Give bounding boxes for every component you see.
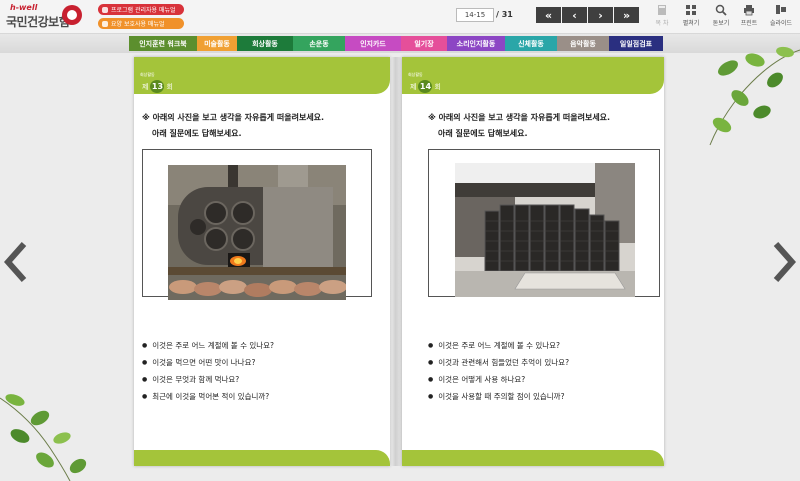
list-item: 이것과 관련해서 힘들었던 추억이 있나요? [428, 354, 569, 371]
menu-item-5[interactable]: 일기장 [401, 36, 447, 51]
slide-icon [776, 5, 786, 14]
section-label: 회상활동 [408, 72, 423, 77]
zoom-label: 돋보기 [712, 20, 730, 27]
book-page-right[interactable]: 회상활동 제 14 회 ※ 아래의 사진을 보고 생각을 자유롭게 떠올려보세요… [402, 57, 664, 466]
page-header: 회상활동 제 14 회 [402, 57, 664, 94]
caregiver-manual-button[interactable]: 요양 보호사용 매뉴얼 [98, 18, 184, 29]
print-label: 프린트 [740, 20, 758, 27]
page-number-input[interactable]: 14-15 [456, 8, 494, 22]
list-item: 이것을 사용할 때 주의할 점이 있습니까? [428, 388, 569, 405]
spread-label: 펼쳐기 [682, 20, 700, 27]
session-badge: 14 [418, 80, 433, 93]
page-footer [402, 450, 664, 466]
roasted-sweet-potato-cart-photo [168, 165, 346, 300]
book-icon [658, 5, 666, 15]
page-footer [134, 450, 390, 466]
book-page-left[interactable]: 회상활동 제 13 회 ※ 아래의 사진을 보고 생각을 자유롭게 떠올려보세요… [134, 57, 390, 466]
menu-item-9[interactable]: 일일점검표 [609, 36, 663, 51]
next-page-button[interactable]: › [588, 7, 613, 23]
section-label: 회상활동 [140, 72, 155, 77]
list-item: 최근에 이것을 먹어본 적이 있습니까? [142, 388, 274, 405]
grid-icon [686, 5, 696, 15]
last-page-button[interactable]: » [614, 7, 639, 23]
chevron-left-icon: ‹ [572, 8, 577, 22]
next-spread-arrow-icon[interactable] [772, 240, 796, 284]
magnifier-icon [715, 4, 727, 16]
prev-spread-arrow-icon[interactable] [4, 240, 28, 284]
admin-manual-button[interactable]: 프로그램 관리자용 매뉴얼 [98, 4, 184, 15]
menu-item-4[interactable]: 인지카드 [345, 36, 401, 51]
session-badge: 13 [150, 80, 165, 93]
question-list: 이것은 주로 어느 계절에 볼 수 있나요? 이것과 관련해서 힘들었던 추억이… [428, 337, 569, 405]
toc-label: 목 차 [655, 20, 669, 27]
menu-item-8[interactable]: 음악활동 [557, 36, 609, 51]
logo-text: 국민건강보험 [6, 15, 70, 29]
admin-manual-label: 프로그램 관리자용 매뉴얼 [111, 7, 176, 14]
list-item: 이것은 주로 어느 계절에 볼 수 있나요? [428, 337, 569, 354]
photo-frame [142, 149, 372, 300]
session-number: 제 13 회 [142, 80, 173, 93]
list-item: 이것은 주로 어느 계절에 볼 수 있나요? [142, 337, 274, 354]
menu-item-6[interactable]: 소리인지활동 [447, 36, 505, 51]
spread-button[interactable]: 펼쳐기 [674, 4, 708, 27]
double-chevron-left-icon: « [544, 8, 553, 22]
top-toolbar: h-well 국민건강보험 프로그램 관리자용 매뉴얼 요양 보호사용 매뉴얼 … [0, 0, 800, 34]
chevron-right-icon: › [598, 8, 603, 22]
page-header: 회상활동 제 13 회 [134, 57, 390, 94]
document-icon [102, 20, 108, 27]
instruction-text: ※ 아래의 사진을 보고 생각을 자유롭게 떠올려보세요. 아래 질문에도 답해… [142, 113, 325, 138]
book-spine [390, 57, 402, 466]
first-page-button[interactable]: « [536, 7, 561, 23]
list-item: 이것은 무엇과 함께 먹나요? [142, 371, 274, 388]
menu-item-1[interactable]: 미술활동 [197, 36, 237, 51]
leaves-decoration-icon [0, 394, 87, 481]
document-icon [102, 6, 108, 13]
list-item: 이것은 어떻게 사용 하나요? [428, 371, 569, 388]
double-chevron-right-icon: » [622, 8, 631, 22]
question-list: 이것은 주로 어느 계절에 볼 수 있나요? 이것을 먹으면 어떤 맛이 나나요… [142, 337, 274, 405]
slide-label: 슬라이드 [769, 20, 793, 27]
session-number: 제 14 회 [410, 80, 441, 93]
brand-logo[interactable]: h-well 국민건강보험 [4, 3, 84, 33]
logo-tagline: h-well [10, 3, 38, 12]
print-button[interactable]: 프린트 [732, 4, 766, 27]
logo-mark-icon [62, 5, 82, 25]
instruction-text: ※ 아래의 사진을 보고 생각을 자유롭게 떠올려보세요. 아래 질문에도 답해… [428, 113, 611, 138]
menu-item-2[interactable]: 회상활동 [237, 36, 293, 51]
menu-item-3[interactable]: 손운동 [293, 36, 345, 51]
leaves-decoration-icon [709, 46, 800, 146]
menu-item-7[interactable]: 신체활동 [505, 36, 557, 51]
caregiver-manual-label: 요양 보호사용 매뉴얼 [111, 21, 165, 28]
menu-item-0[interactable]: 인지훈련 워크북 [129, 36, 197, 51]
slide-button[interactable]: 슬라이드 [764, 4, 798, 27]
printer-icon [744, 5, 754, 16]
prev-page-button[interactable]: ‹ [562, 7, 587, 23]
coal-briquettes-photo [455, 163, 635, 297]
list-item: 이것을 먹으면 어떤 맛이 나나요? [142, 354, 274, 371]
category-menu: 인지훈련 워크북 미술활동 회상활동 손운동 인지카드 일기장 소리인지활동 신체활동 음악활동… [129, 36, 663, 51]
photo-frame [428, 149, 660, 297]
page-total: / 31 [496, 10, 513, 19]
